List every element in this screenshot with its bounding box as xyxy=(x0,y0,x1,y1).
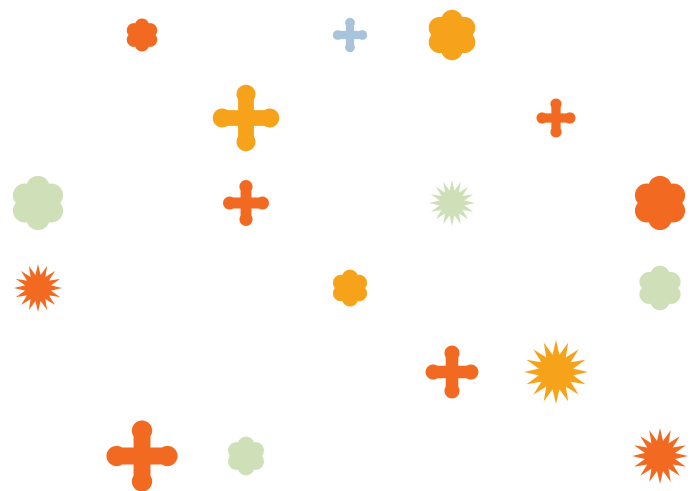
icon-grid xyxy=(0,0,691,486)
photo-woman-portrait xyxy=(625,83,691,153)
orange-cross-icon xyxy=(107,421,177,491)
amber-star-icon xyxy=(520,336,592,408)
photo-woman-office xyxy=(424,428,480,484)
photo-auditorium-audience xyxy=(523,2,589,68)
orange-star-icon xyxy=(628,424,691,488)
sage-star-icon xyxy=(425,176,479,230)
photo-notebook-pen xyxy=(315,421,385,491)
amber-flower-icon xyxy=(327,265,373,311)
photo-microscope-blue xyxy=(111,172,173,234)
photo-golden-abstract xyxy=(5,423,71,489)
photo-lab-work xyxy=(315,83,385,153)
orange-cross-icon xyxy=(425,345,479,399)
steel-cross-icon xyxy=(331,16,369,54)
photo-lab-flask xyxy=(314,167,386,239)
photo-team-overhead xyxy=(625,337,691,407)
amber-flower-icon xyxy=(422,5,482,65)
photo-scientists-lab xyxy=(522,169,590,237)
photo-woman-laptop xyxy=(207,333,285,411)
orange-flower-icon xyxy=(121,14,163,56)
sage-flower-icon xyxy=(6,171,70,235)
photo-scientist-microscope xyxy=(107,253,177,323)
photo-woman-smiling xyxy=(106,82,178,154)
photo-man-glasses xyxy=(14,94,62,142)
photo-cursor-hand xyxy=(534,434,578,478)
photo-woman-headshot xyxy=(534,266,578,310)
photo-handshake xyxy=(324,346,376,398)
sage-flower-icon xyxy=(633,261,687,315)
orange-cross-icon xyxy=(535,97,577,139)
photo-hands-tablet xyxy=(5,2,71,68)
amber-cross-icon xyxy=(213,85,279,151)
photo-two-men xyxy=(3,337,73,407)
photo-man-smiling xyxy=(417,253,487,323)
photo-server-cables xyxy=(415,81,489,155)
photo-presenter-whiteboard xyxy=(628,3,691,67)
sage-flower-icon xyxy=(222,432,270,480)
orange-star-icon xyxy=(10,260,66,316)
orange-flower-icon xyxy=(628,171,691,235)
photo-documents-pen xyxy=(215,257,277,319)
photo-meeting-group xyxy=(213,2,279,68)
photo-puzzle-pieces xyxy=(120,350,164,394)
orange-cross-icon xyxy=(222,179,270,227)
